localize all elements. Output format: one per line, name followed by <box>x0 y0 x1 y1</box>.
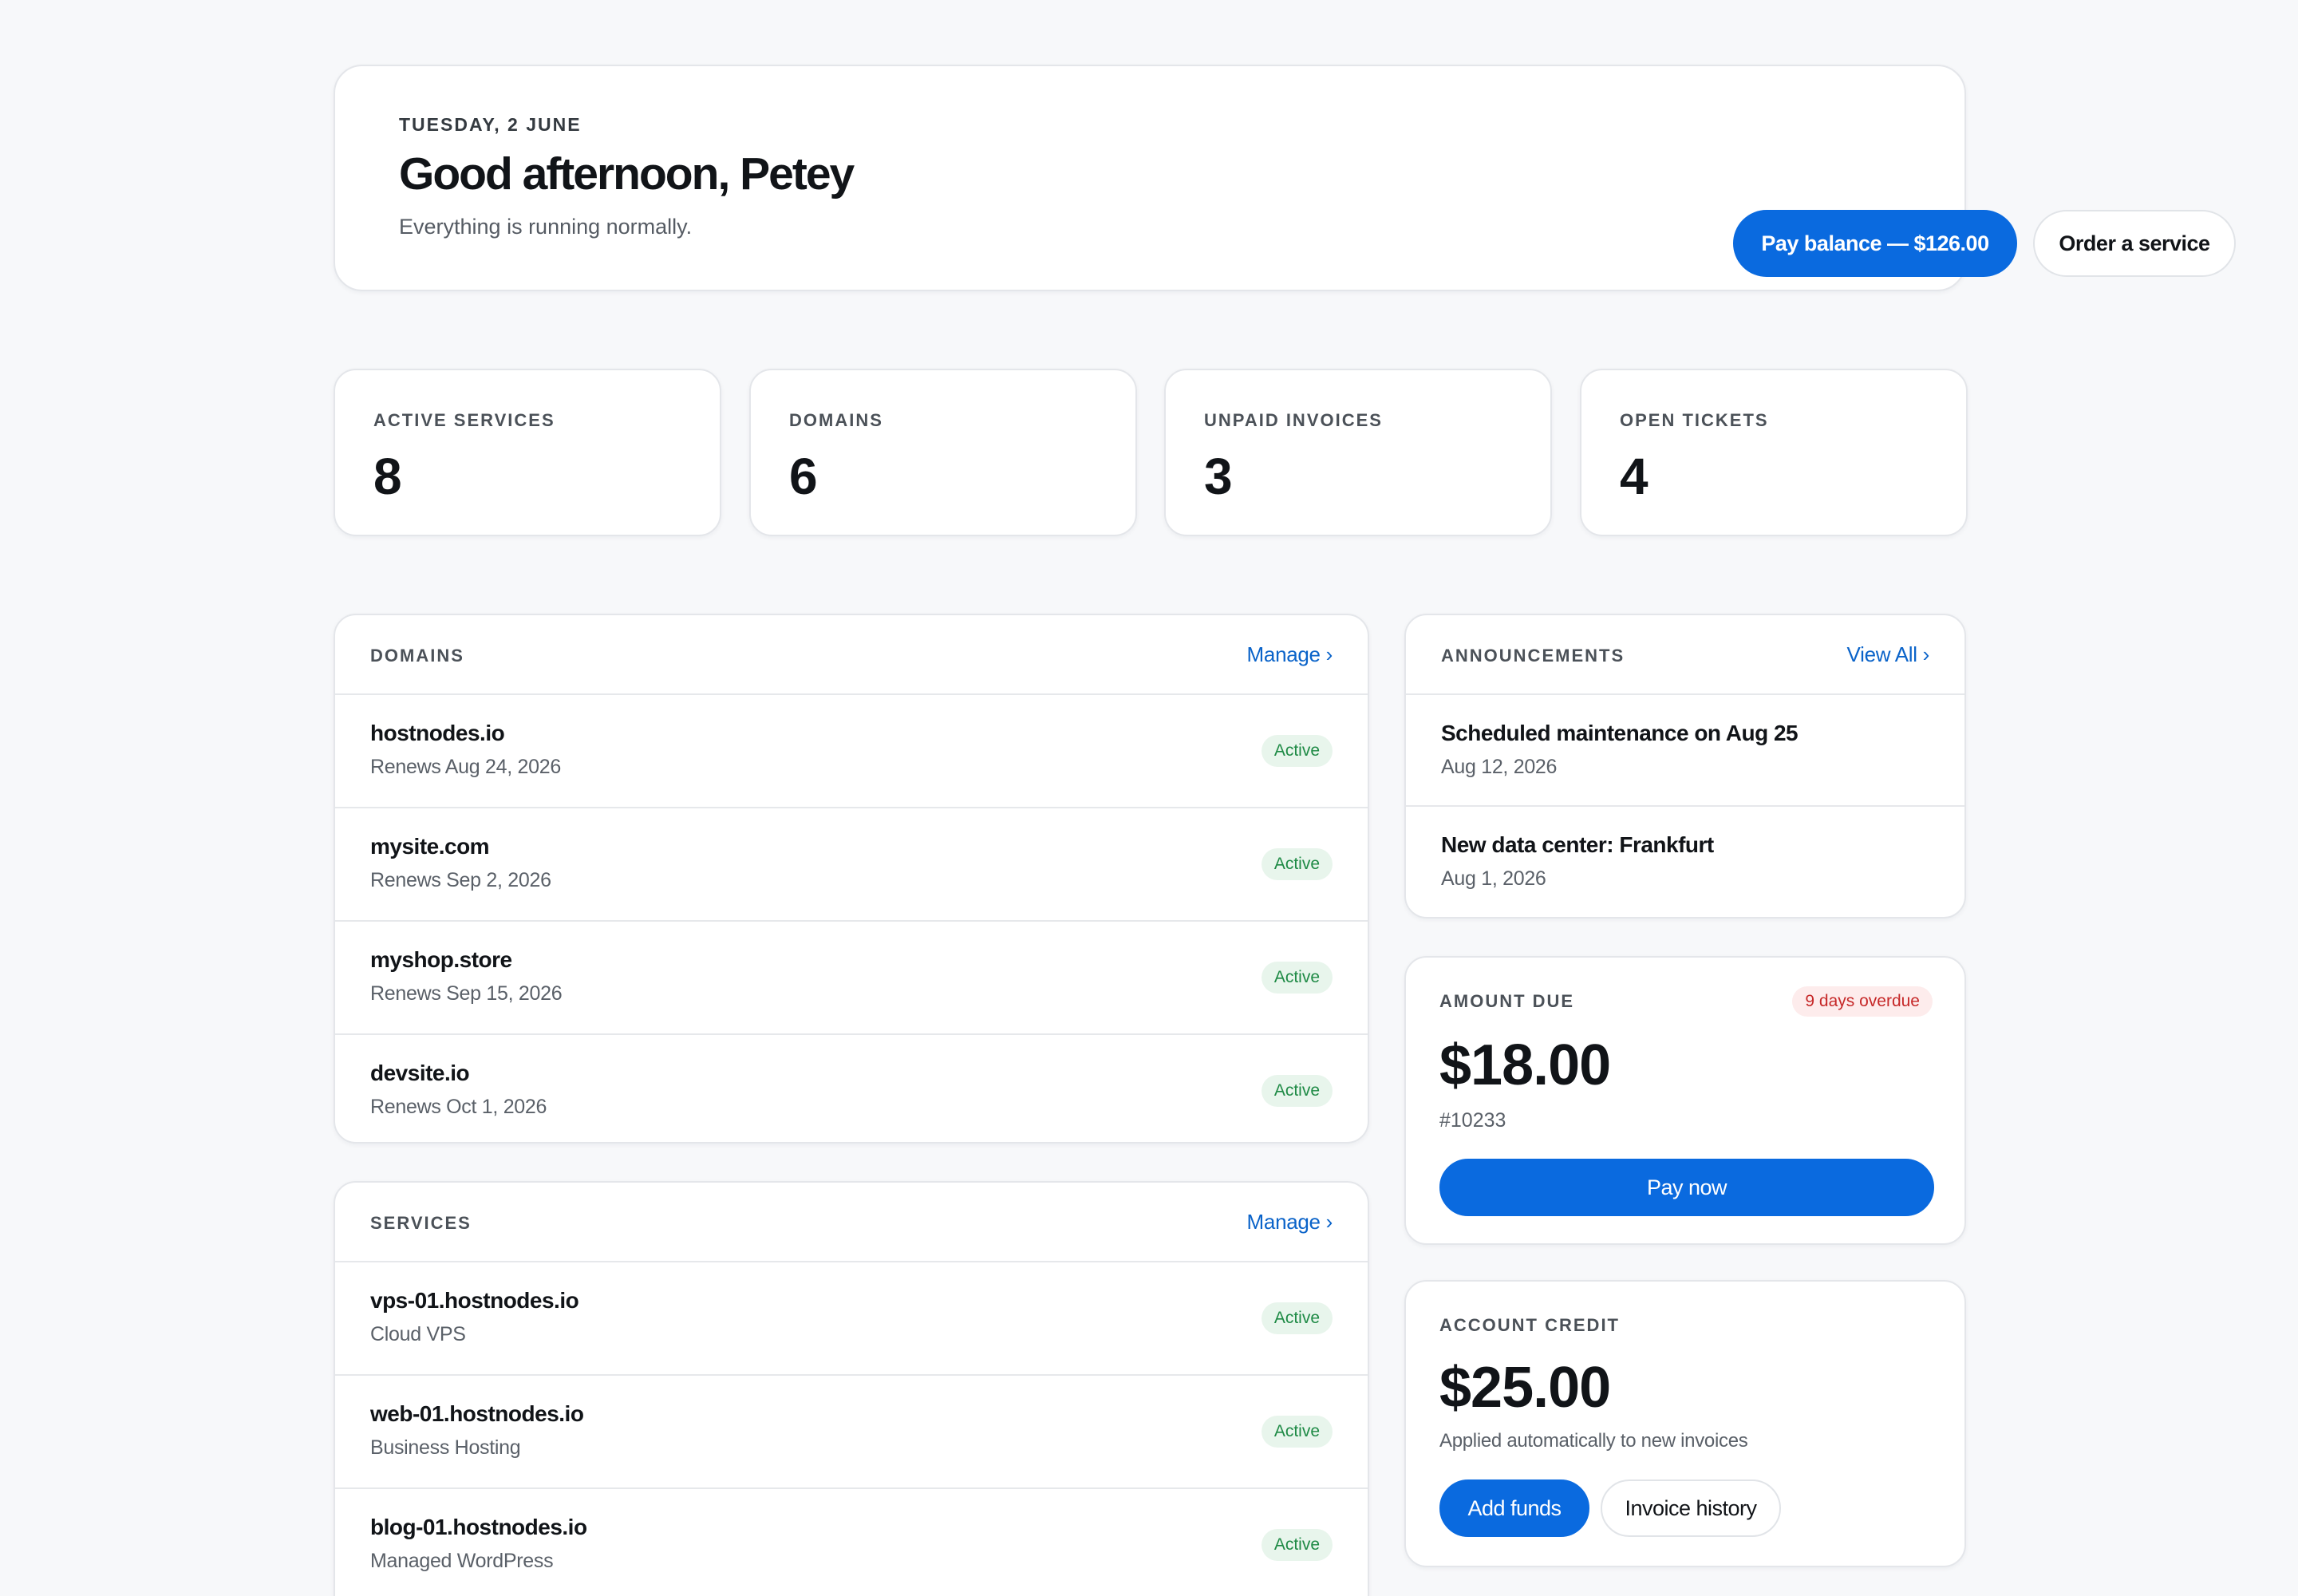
account-credit-value: $25.00 <box>1439 1356 1611 1420</box>
manage-services-link[interactable]: Manage › <box>1247 1210 1333 1235</box>
pay-now-button[interactable]: Pay now <box>1439 1159 1934 1216</box>
pay-balance-button[interactable]: Pay balance — $126.00 <box>1733 210 2017 277</box>
stat-label: OPEN TICKETS <box>1620 410 1769 430</box>
status-badge: Active <box>1261 962 1333 994</box>
announcement-title: New data center: Frankfurt <box>1441 832 1714 857</box>
domains-panel-header: DOMAINS Manage › <box>335 615 1368 695</box>
announcements-panel: ANNOUNCEMENTS View All › Scheduled maint… <box>1404 614 1966 918</box>
domain-row[interactable]: myshop.store Renews Sep 15, 2026 Active <box>335 922 1368 1035</box>
stat-card-open-tickets[interactable]: OPEN TICKETS 4 <box>1580 369 1968 536</box>
amount-due-card: AMOUNT DUE 9 days overdue $18.00 #10233 … <box>1404 956 1966 1245</box>
service-name: vps-01.hostnodes.io <box>370 1288 579 1313</box>
stat-value: 8 <box>373 448 402 505</box>
domain-name: devsite.io <box>370 1061 470 1085</box>
announcement-item[interactable]: New data center: Frankfurt Aug 1, 2026 <box>1406 807 1964 917</box>
stat-card-domains[interactable]: DOMAINS 6 <box>749 369 1137 536</box>
announcement-title: Scheduled maintenance on Aug 25 <box>1441 721 1799 745</box>
services-panel-header: SERVICES Manage › <box>335 1183 1368 1262</box>
announcement-date: Aug 1, 2026 <box>1441 867 1546 890</box>
amount-due-label: AMOUNT DUE <box>1439 991 1575 1011</box>
stat-label: DOMAINS <box>789 410 883 430</box>
overdue-badge: 9 days overdue <box>1792 986 1933 1017</box>
services-panel: SERVICES Manage › vps-01.hostnodes.io Cl… <box>334 1181 1369 1596</box>
invoice-history-button[interactable]: Invoice history <box>1601 1479 1781 1537</box>
current-date: TUESDAY, 2 JUNE <box>399 114 582 135</box>
view-all-announcements-link[interactable]: View All › <box>1847 642 1930 667</box>
service-row[interactable]: vps-01.hostnodes.io Cloud VPS Active <box>335 1262 1368 1376</box>
status-badge: Active <box>1261 1529 1333 1561</box>
account-credit-label: ACCOUNT CREDIT <box>1439 1315 1620 1335</box>
status-badge: Active <box>1261 1302 1333 1334</box>
domain-row[interactable]: devsite.io Renews Oct 1, 2026 Active <box>335 1035 1368 1142</box>
amount-due-value: $18.00 <box>1439 1033 1611 1097</box>
account-credit-note: Applied automatically to new invoices <box>1439 1430 1748 1452</box>
stat-card-active-services[interactable]: ACTIVE SERVICES 8 <box>334 369 721 536</box>
stat-value: 4 <box>1620 448 1648 505</box>
service-type: Cloud VPS <box>370 1323 466 1345</box>
announcement-date: Aug 12, 2026 <box>1441 756 1558 778</box>
status-badge: Active <box>1261 735 1333 767</box>
panel-title: ANNOUNCEMENTS <box>1441 646 1625 666</box>
stat-card-unpaid-invoices[interactable]: UNPAID INVOICES 3 <box>1164 369 1552 536</box>
account-credit-card: ACCOUNT CREDIT $25.00 Applied automatica… <box>1404 1280 1966 1567</box>
service-row[interactable]: web-01.hostnodes.io Business Hosting Act… <box>335 1376 1368 1489</box>
panel-title: DOMAINS <box>370 646 464 666</box>
stat-value: 6 <box>789 448 818 505</box>
order-service-button[interactable]: Order a service <box>2033 210 2236 277</box>
manage-domains-link[interactable]: Manage › <box>1247 642 1333 667</box>
welcome-card: TUESDAY, 2 JUNE Good afternoon, Petey Ev… <box>334 65 2236 291</box>
service-name: blog-01.hostnodes.io <box>370 1515 587 1539</box>
status-badge: Active <box>1261 1416 1333 1448</box>
invoice-number: #10233 <box>1439 1109 1506 1132</box>
greeting-title: Good afternoon, Petey <box>399 148 855 200</box>
status-badge: Active <box>1261 848 1333 880</box>
service-row[interactable]: blog-01.hostnodes.io Managed WordPress A… <box>335 1489 1368 1596</box>
system-status-text: Everything is running normally. <box>399 215 693 239</box>
domain-name: myshop.store <box>370 947 512 972</box>
announcement-item[interactable]: Scheduled maintenance on Aug 25 Aug 12, … <box>1406 695 1964 807</box>
stat-label: UNPAID INVOICES <box>1204 410 1383 430</box>
stat-label: ACTIVE SERVICES <box>373 410 555 430</box>
panel-title: SERVICES <box>370 1213 472 1233</box>
domain-renewal: Renews Aug 24, 2026 <box>370 756 561 778</box>
service-name: web-01.hostnodes.io <box>370 1401 584 1426</box>
status-badge: Active <box>1261 1075 1333 1107</box>
service-type: Managed WordPress <box>370 1550 554 1572</box>
service-type: Business Hosting <box>370 1436 521 1459</box>
domain-renewal: Renews Oct 1, 2026 <box>370 1096 547 1118</box>
domain-name: mysite.com <box>370 834 490 859</box>
announcements-panel-header: ANNOUNCEMENTS View All › <box>1406 615 1964 695</box>
domain-row[interactable]: hostnodes.io Renews Aug 24, 2026 Active <box>335 695 1368 808</box>
domain-renewal: Renews Sep 15, 2026 <box>370 982 563 1005</box>
dashboard-page: TUESDAY, 2 JUNE Good afternoon, Petey Ev… <box>0 0 2298 1596</box>
domain-renewal: Renews Sep 2, 2026 <box>370 869 551 891</box>
add-funds-button[interactable]: Add funds <box>1439 1479 1589 1537</box>
domains-panel: DOMAINS Manage › hostnodes.io Renews Aug… <box>334 614 1369 1144</box>
domain-row[interactable]: mysite.com Renews Sep 2, 2026 Active <box>335 808 1368 922</box>
stat-value: 3 <box>1204 448 1233 505</box>
domain-name: hostnodes.io <box>370 721 505 745</box>
